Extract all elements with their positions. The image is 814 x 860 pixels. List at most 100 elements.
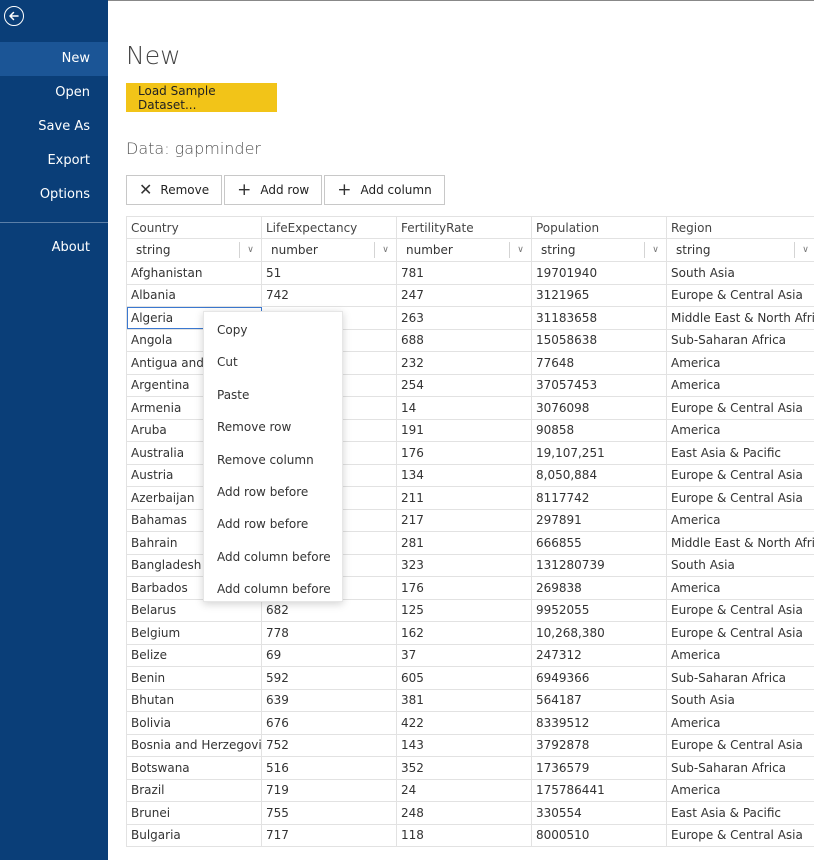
table-cell[interactable]: 330554 [531, 801, 667, 825]
table-cell[interactable]: 19,107,251 [531, 441, 667, 465]
table-cell[interactable]: 8117742 [531, 486, 667, 510]
chevron-down-icon[interactable]: ∨ [374, 242, 396, 258]
context-menu-item[interactable]: Cut [204, 346, 342, 378]
table-cell[interactable]: 422 [396, 711, 532, 735]
table-cell[interactable]: America [666, 778, 814, 802]
sidebar-item-new[interactable]: New [0, 42, 108, 76]
table-cell[interactable]: East Asia & Pacific [666, 441, 814, 465]
table-cell[interactable]: 297891 [531, 508, 667, 532]
table-cell[interactable]: America [666, 711, 814, 735]
table-cell[interactable]: Albania [126, 283, 262, 307]
table-cell[interactable]: America [666, 576, 814, 600]
table-cell[interactable]: 176 [396, 576, 532, 600]
table-cell[interactable]: 755 [261, 801, 397, 825]
type-select[interactable]: number ∨ [398, 240, 531, 261]
table-cell[interactable]: Belize [126, 643, 262, 667]
table-cell[interactable]: 269838 [531, 576, 667, 600]
table-cell[interactable]: 1736579 [531, 756, 667, 780]
context-menu-item[interactable]: Add row before [204, 508, 342, 540]
table-cell[interactable]: America [666, 418, 814, 442]
context-menu-item[interactable]: Remove row [204, 411, 342, 443]
table-cell[interactable]: South Asia [666, 553, 814, 577]
type-select[interactable]: number ∨ [263, 240, 396, 261]
column-header[interactable]: Population [531, 216, 667, 239]
table-cell[interactable]: 217 [396, 508, 532, 532]
table-cell[interactable]: 143 [396, 733, 532, 757]
table-cell[interactable]: Sub-Saharan Africa [666, 328, 814, 352]
column-header[interactable]: LifeExpectancy [261, 216, 397, 239]
table-cell[interactable]: 3792878 [531, 733, 667, 757]
table-cell[interactable]: 639 [261, 688, 397, 712]
context-menu-item[interactable]: Add column before [204, 573, 342, 605]
table-cell[interactable]: Belgium [126, 621, 262, 645]
table-cell[interactable]: 9952055 [531, 598, 667, 622]
table-cell[interactable]: 752 [261, 733, 397, 757]
table-cell[interactable]: Europe & Central Asia [666, 823, 814, 847]
table-cell[interactable]: 232 [396, 351, 532, 375]
sidebar-item-about[interactable]: About [0, 231, 108, 265]
context-menu-item[interactable]: Add row before [204, 476, 342, 508]
table-cell[interactable]: 211 [396, 486, 532, 510]
table-cell[interactable]: 3121965 [531, 283, 667, 307]
table-cell[interactable]: 352 [396, 756, 532, 780]
table-cell[interactable]: America [666, 373, 814, 397]
table-cell[interactable]: Europe & Central Asia [666, 486, 814, 510]
table-cell[interactable]: South Asia [666, 688, 814, 712]
context-menu-item[interactable]: Remove column [204, 444, 342, 476]
table-cell[interactable]: 118 [396, 823, 532, 847]
table-cell[interactable]: Afghanistan [126, 261, 262, 285]
table-cell[interactable]: 247312 [531, 643, 667, 667]
chevron-down-icon[interactable]: ∨ [644, 242, 666, 258]
sidebar-item-save-as[interactable]: Save As [0, 110, 108, 144]
remove-button[interactable]: ✕ Remove [126, 175, 223, 205]
table-cell[interactable]: 31183658 [531, 306, 667, 330]
sidebar-item-options[interactable]: Options [0, 178, 108, 212]
table-cell[interactable]: America [666, 351, 814, 375]
table-cell[interactable]: Brunei [126, 801, 262, 825]
table-cell[interactable]: 131280739 [531, 553, 667, 577]
load-sample-dataset-button[interactable]: Load Sample Dataset... [126, 83, 277, 112]
table-cell[interactable]: 605 [396, 666, 532, 690]
table-cell[interactable]: 781 [396, 261, 532, 285]
table-cell[interactable]: 666855 [531, 531, 667, 555]
add-row-button[interactable]: + Add row [224, 175, 323, 205]
table-cell[interactable]: 6949366 [531, 666, 667, 690]
table-cell[interactable]: Europe & Central Asia [666, 598, 814, 622]
chevron-down-icon[interactable]: ∨ [794, 242, 814, 258]
sidebar-item-export[interactable]: Export [0, 144, 108, 178]
table-cell[interactable]: 24 [396, 778, 532, 802]
table-cell[interactable]: America [666, 508, 814, 532]
table-cell[interactable]: 14 [396, 396, 532, 420]
table-cell[interactable]: Bosnia and Herzegovina [126, 733, 262, 757]
context-menu-item[interactable]: Paste [204, 379, 342, 411]
table-cell[interactable]: 263 [396, 306, 532, 330]
table-cell[interactable]: 10,268,380 [531, 621, 667, 645]
table-cell[interactable]: 778 [261, 621, 397, 645]
table-cell[interactable]: 3076098 [531, 396, 667, 420]
table-cell[interactable]: 248 [396, 801, 532, 825]
table-cell[interactable]: Europe & Central Asia [666, 463, 814, 487]
table-cell[interactable]: Bhutan [126, 688, 262, 712]
context-menu-item[interactable]: Add column before [204, 541, 342, 573]
table-cell[interactable]: South Asia [666, 261, 814, 285]
table-cell[interactable]: Brazil [126, 778, 262, 802]
table-cell[interactable]: 175786441 [531, 778, 667, 802]
chevron-down-icon[interactable]: ∨ [239, 242, 261, 258]
table-cell[interactable]: 162 [396, 621, 532, 645]
table-cell[interactable]: 191 [396, 418, 532, 442]
table-cell[interactable]: 516 [261, 756, 397, 780]
table-cell[interactable]: 281 [396, 531, 532, 555]
column-header[interactable]: Region [666, 216, 814, 239]
table-cell[interactable]: 592 [261, 666, 397, 690]
table-cell[interactable]: Europe & Central Asia [666, 396, 814, 420]
table-cell[interactable]: 19701940 [531, 261, 667, 285]
table-cell[interactable]: Europe & Central Asia [666, 283, 814, 307]
table-cell[interactable]: 69 [261, 643, 397, 667]
table-cell[interactable]: 564187 [531, 688, 667, 712]
table-cell[interactable]: 15058638 [531, 328, 667, 352]
table-cell[interactable]: Sub-Saharan Africa [666, 756, 814, 780]
table-cell[interactable]: 247 [396, 283, 532, 307]
table-cell[interactable]: 134 [396, 463, 532, 487]
table-cell[interactable]: 51 [261, 261, 397, 285]
table-cell[interactable]: 37057453 [531, 373, 667, 397]
